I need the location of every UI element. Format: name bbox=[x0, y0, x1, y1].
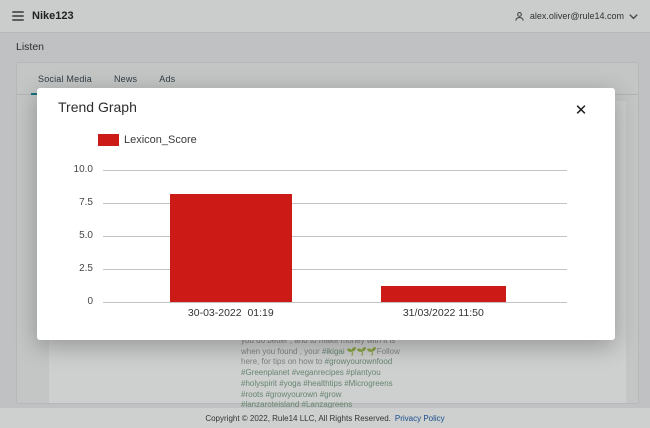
bar-31/03/2022 11:50 bbox=[381, 286, 506, 302]
y-tick-label: 5.0 bbox=[37, 230, 93, 241]
legend-label: Lexicon_Score bbox=[124, 134, 197, 146]
y-tick-label: 2.5 bbox=[37, 263, 93, 274]
modal-title: Trend Graph bbox=[58, 99, 137, 115]
legend-swatch bbox=[98, 134, 119, 146]
chart-legend: Lexicon_Score bbox=[98, 134, 197, 146]
y-tick-label: 7.5 bbox=[37, 197, 93, 208]
close-icon[interactable]: ✕ bbox=[571, 101, 591, 121]
chart-x-axis: 30-03-2022 01:1931/03/2022 11:50 bbox=[103, 307, 567, 321]
chart-plot bbox=[103, 170, 567, 302]
y-tick-label: 0 bbox=[37, 296, 93, 307]
x-tick-label: 31/03/2022 11:50 bbox=[335, 307, 553, 319]
gridline bbox=[103, 170, 567, 171]
bar-30-03-2022 01:19 bbox=[170, 194, 292, 302]
x-tick-label: 30-03-2022 01:19 bbox=[123, 307, 338, 319]
chart-y-axis: 10.07.55.02.50 bbox=[37, 170, 93, 302]
trend-graph-modal: Trend Graph ✕ Lexicon_Score 10.0 7.5 5.0 2.… bbox=[37, 88, 615, 340]
y-tick-label: 10.0 bbox=[37, 164, 93, 175]
